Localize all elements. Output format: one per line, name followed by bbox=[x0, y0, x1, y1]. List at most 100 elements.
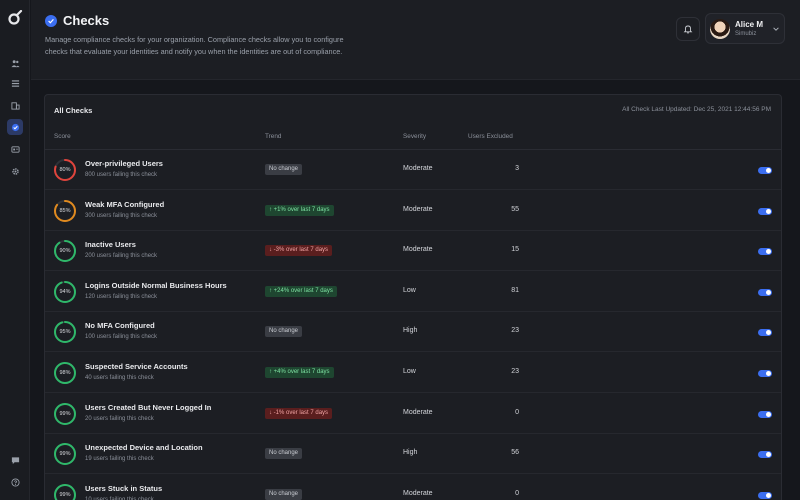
check-name[interactable]: Over-privileged Users bbox=[85, 159, 163, 168]
check-name[interactable]: Unexpected Device and Location bbox=[85, 443, 203, 452]
users-excluded-value: 23 bbox=[511, 327, 519, 335]
users-excluded-value: 0 bbox=[515, 489, 519, 497]
score-value: 94% bbox=[59, 288, 71, 295]
app-logo-icon[interactable] bbox=[7, 9, 23, 26]
page-title: Checks bbox=[63, 13, 110, 28]
score-value: 95% bbox=[59, 329, 71, 336]
page-description: Manage compliance checks for your organi… bbox=[45, 35, 344, 56]
trend-badge: ↑ +4% over last 7 days bbox=[265, 367, 334, 378]
trend-badge: No change bbox=[265, 448, 303, 460]
check-name[interactable]: Users Stuck in Status bbox=[85, 484, 162, 493]
score-value: 90% bbox=[59, 248, 71, 255]
last-updated: All Check Last Updated: Dec 25, 2021 12:… bbox=[622, 106, 771, 113]
column-header-users-excluded[interactable]: Users Excluded bbox=[468, 133, 513, 140]
user-menu[interactable]: Alice M Simubiz bbox=[705, 13, 785, 44]
failing-users-count: 200 users failing this check bbox=[85, 253, 158, 260]
card-title: All Checks bbox=[54, 106, 93, 115]
severity-value: Moderate bbox=[403, 205, 433, 213]
chevron-down-icon bbox=[772, 25, 780, 35]
check-enabled-toggle[interactable] bbox=[758, 207, 772, 215]
severity-value: High bbox=[403, 327, 418, 335]
severity-value: Low bbox=[403, 286, 416, 294]
sidebar bbox=[0, 0, 30, 500]
table-row[interactable]: 90% Inactive Users 200 users failing this … bbox=[45, 231, 781, 272]
severity-value: Moderate bbox=[403, 165, 433, 172]
score-ring: 99% bbox=[53, 402, 77, 426]
users-excluded-value: 81 bbox=[511, 286, 519, 294]
check-enabled-toggle[interactable] bbox=[758, 288, 772, 296]
check-name[interactable]: Weak MFA Configured bbox=[85, 200, 164, 209]
bell-icon bbox=[683, 25, 693, 34]
score-value: 99% bbox=[59, 451, 71, 458]
column-header-trend[interactable]: Trend bbox=[265, 133, 281, 140]
user-org: Simubiz bbox=[735, 31, 757, 37]
users-excluded-value: 23 bbox=[511, 368, 519, 375]
failing-users-count: 100 users failing this check bbox=[85, 334, 158, 341]
check-enabled-toggle[interactable] bbox=[758, 410, 772, 418]
score-ring: 90% bbox=[53, 239, 77, 263]
check-enabled-toggle[interactable] bbox=[758, 451, 772, 459]
check-name[interactable]: Logins Outside Normal Business Hours bbox=[85, 281, 227, 290]
trend-badge: No change bbox=[265, 488, 303, 500]
severity-value: Low bbox=[403, 368, 416, 375]
users-excluded-value: 3 bbox=[515, 165, 519, 172]
table-row[interactable]: 85% Weak MFA Configured 300 users failing … bbox=[45, 191, 781, 231]
column-header-score[interactable]: Score bbox=[54, 133, 71, 140]
list-icon[interactable] bbox=[7, 75, 23, 91]
score-value: 99% bbox=[59, 410, 71, 417]
score-ring: 99% bbox=[53, 483, 77, 500]
failing-users-count: 120 users failing this check bbox=[85, 293, 158, 300]
score-ring: 80% bbox=[53, 158, 77, 182]
check-name[interactable]: No MFA Configured bbox=[85, 321, 155, 330]
help-icon[interactable] bbox=[7, 474, 23, 490]
failing-users-count: 300 users failing this check bbox=[85, 212, 158, 219]
failing-users-count: 800 users failing this check bbox=[85, 172, 158, 178]
check-badge-icon bbox=[45, 14, 57, 27]
trend-badge: ↓ -1% over last 7 days bbox=[265, 407, 333, 419]
score-ring: 85% bbox=[53, 199, 77, 223]
severity-value: Moderate bbox=[403, 489, 433, 497]
score-ring: 98% bbox=[53, 361, 77, 385]
check-enabled-toggle[interactable] bbox=[758, 248, 772, 256]
score-ring: 94% bbox=[53, 280, 77, 304]
check-enabled-toggle[interactable] bbox=[758, 491, 772, 499]
users-excluded-value: 0 bbox=[515, 408, 519, 416]
table-row[interactable]: 99% Users Created But Never Logged In 20 u… bbox=[45, 394, 781, 434]
id-card-icon[interactable] bbox=[7, 141, 23, 157]
check-enabled-toggle[interactable] bbox=[758, 329, 772, 337]
building-icon[interactable] bbox=[7, 97, 23, 113]
checks-card: All Checks All Check Last Updated: Dec 2… bbox=[44, 94, 782, 500]
title-row: Checks bbox=[45, 13, 109, 28]
score-ring: 95% bbox=[53, 320, 77, 344]
score-value: 99% bbox=[59, 491, 71, 498]
check-name[interactable]: Users Created But Never Logged In bbox=[85, 403, 211, 412]
table-row[interactable]: 95% No MFA Configured 100 users failing th… bbox=[45, 312, 781, 353]
table-row[interactable]: 80% Over-privileged Users 800 users failin… bbox=[45, 150, 781, 190]
chat-icon[interactable] bbox=[7, 452, 23, 468]
check-enabled-toggle[interactable] bbox=[758, 370, 772, 377]
column-header-severity[interactable]: Severity bbox=[403, 133, 426, 140]
score-value: 98% bbox=[59, 370, 71, 376]
check-badge-icon[interactable] bbox=[7, 119, 23, 135]
users-excluded-value: 55 bbox=[511, 205, 519, 213]
avatar bbox=[710, 19, 730, 39]
check-enabled-toggle[interactable] bbox=[758, 167, 772, 174]
table-row[interactable]: 99% Unexpected Device and Location 19 user… bbox=[45, 434, 781, 475]
table-row[interactable]: 98% Suspected Service Accounts 40 users fa… bbox=[45, 353, 781, 393]
failing-users-count: 40 users failing this check bbox=[85, 375, 154, 381]
trend-badge: No change bbox=[265, 164, 303, 175]
table-row[interactable]: 94% Logins Outside Normal Business Hours 1… bbox=[45, 272, 781, 312]
notifications-button[interactable] bbox=[676, 17, 700, 41]
table-row[interactable]: 99% Users Stuck in Status 10 users failing… bbox=[45, 475, 781, 500]
users-excluded-value: 15 bbox=[511, 246, 519, 254]
users-icon[interactable] bbox=[7, 55, 23, 71]
severity-value: Moderate bbox=[403, 408, 433, 416]
gear-icon[interactable] bbox=[7, 163, 23, 179]
check-name[interactable]: Inactive Users bbox=[85, 240, 136, 249]
users-excluded-value: 56 bbox=[511, 449, 519, 457]
failing-users-count: 19 users failing this check bbox=[85, 456, 154, 463]
check-name[interactable]: Suspected Service Accounts bbox=[85, 362, 188, 371]
trend-badge: No change bbox=[265, 326, 303, 338]
page-header: Checks Manage compliance checks for your… bbox=[31, 0, 800, 80]
trend-badge: ↑ +1% over last 7 days bbox=[265, 204, 334, 216]
